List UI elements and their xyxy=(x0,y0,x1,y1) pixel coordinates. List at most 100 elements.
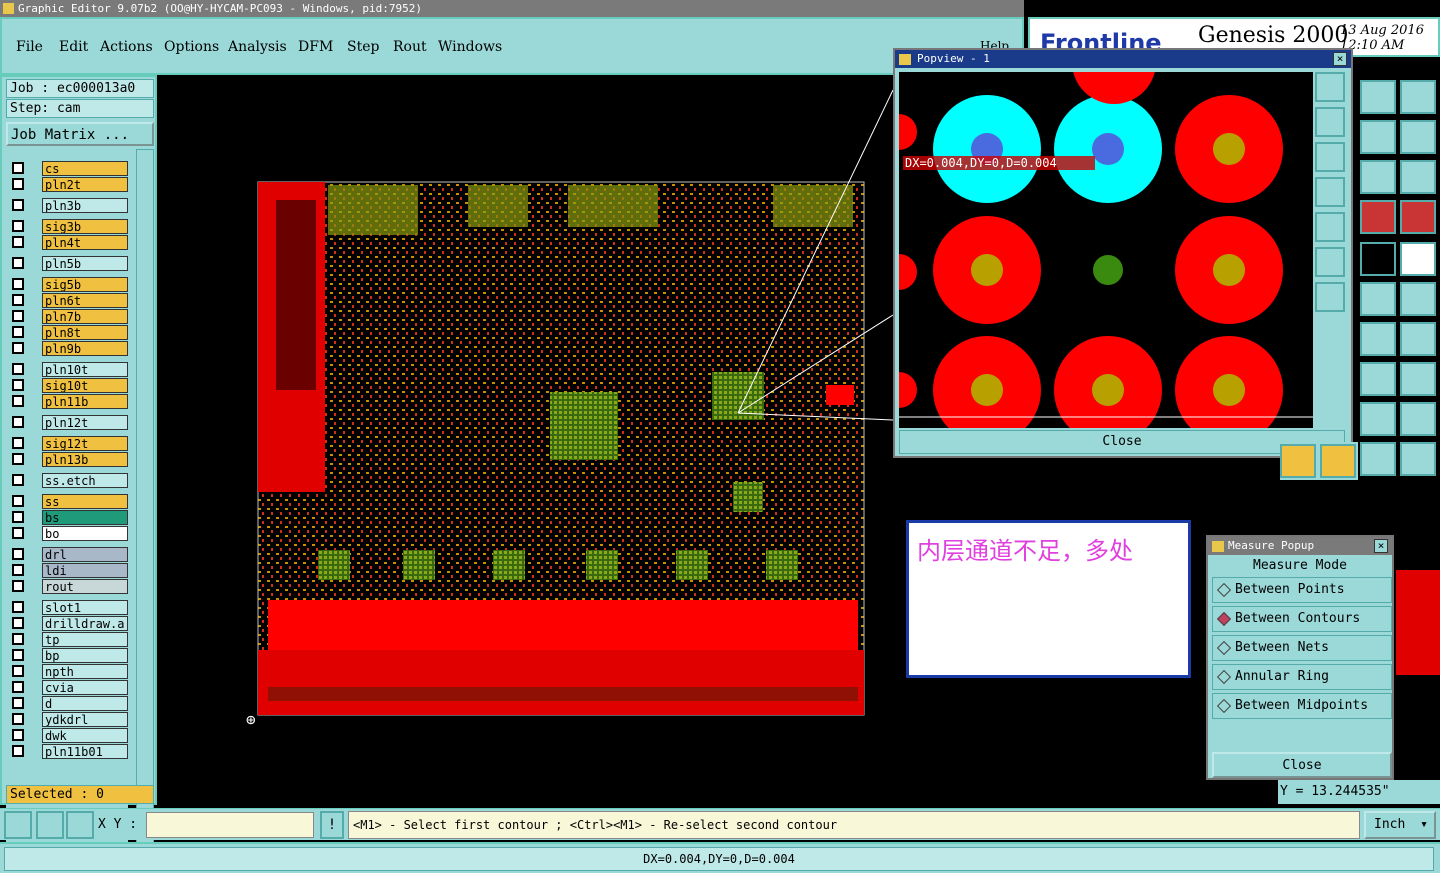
layer-row[interactable]: cvia xyxy=(8,680,128,695)
layer-checkbox[interactable] xyxy=(12,453,24,465)
units-select[interactable]: Inch ▾ xyxy=(1364,811,1436,839)
grid-icon[interactable] xyxy=(66,811,94,839)
popview-close-icon[interactable]: × xyxy=(1333,52,1347,66)
layer-row[interactable]: pln3b xyxy=(8,198,128,213)
layer-row[interactable]: pln2t xyxy=(8,177,128,192)
layer-checkbox[interactable] xyxy=(12,649,24,661)
layer-checkbox[interactable] xyxy=(12,580,24,592)
popview-expand-icon[interactable] xyxy=(1315,282,1345,312)
layer-row[interactable]: dwk xyxy=(8,728,128,743)
layer-checkbox[interactable] xyxy=(12,278,24,290)
xy-input[interactable] xyxy=(146,812,314,838)
rotate-icon[interactable] xyxy=(1360,120,1396,154)
ratio-icon[interactable] xyxy=(1360,160,1396,194)
menu-step[interactable]: Step xyxy=(347,39,379,55)
menu-rout[interactable]: Rout xyxy=(393,39,427,55)
home-icon[interactable] xyxy=(1360,80,1396,114)
layer-row[interactable]: npth xyxy=(8,664,128,679)
menu-windows[interactable]: Windows xyxy=(438,39,502,55)
layer-row[interactable]: pln11b xyxy=(8,394,128,409)
layer-checkbox[interactable] xyxy=(12,564,24,576)
layer-checkbox[interactable] xyxy=(12,395,24,407)
layer-checkbox[interactable] xyxy=(12,527,24,539)
popview-close-button[interactable]: Close xyxy=(899,430,1345,454)
popview-pan-down-icon[interactable] xyxy=(1315,142,1345,172)
layer-checkbox[interactable] xyxy=(12,697,24,709)
triangle-icon[interactable] xyxy=(1360,402,1396,436)
layer-row[interactable]: pln6t xyxy=(8,293,128,308)
flip-icon[interactable] xyxy=(1400,322,1436,356)
measure-nets-icon[interactable] xyxy=(1400,200,1436,234)
layer-checkbox[interactable] xyxy=(12,416,24,428)
layer-scrollbar[interactable] xyxy=(136,149,154,859)
layer-row[interactable]: ss.etch xyxy=(8,473,128,488)
alert-icon[interactable]: ! xyxy=(320,811,344,839)
box-select-icon[interactable] xyxy=(1360,362,1396,396)
layer-row[interactable]: pln7b xyxy=(8,309,128,324)
layer-checkbox[interactable] xyxy=(12,310,24,322)
between-midpoints-option[interactable]: Between Midpoints xyxy=(1212,693,1392,719)
measure-points-icon[interactable] xyxy=(1360,200,1396,234)
layer-row[interactable]: pln9b xyxy=(8,341,128,356)
popview-fit-icon[interactable] xyxy=(1315,247,1345,277)
menu-analysis[interactable]: Analysis xyxy=(228,39,287,55)
layer-checkbox[interactable] xyxy=(12,379,24,391)
layer-checkbox[interactable] xyxy=(12,681,24,693)
edit-tool-2-icon[interactable] xyxy=(1320,444,1356,478)
layer-row[interactable]: sig12t xyxy=(8,436,128,451)
layer-row[interactable]: sig5b xyxy=(8,277,128,292)
menu-options[interactable]: Options xyxy=(164,39,219,55)
layer-row[interactable]: bp xyxy=(8,648,128,663)
help-icon[interactable] xyxy=(1400,160,1436,194)
layer-checkbox[interactable] xyxy=(12,713,24,725)
between-nets-option[interactable]: Between Nets xyxy=(1212,635,1392,661)
between-contours-option[interactable]: Between Contours xyxy=(1212,606,1392,632)
layer-checkbox[interactable] xyxy=(12,474,24,486)
line-tool-icon[interactable] xyxy=(1360,282,1396,316)
layer-checkbox[interactable] xyxy=(12,495,24,507)
layer-checkbox[interactable] xyxy=(12,617,24,629)
layer-row[interactable]: drl xyxy=(8,547,128,562)
window-icon[interactable] xyxy=(1400,80,1436,114)
layer-checkbox[interactable] xyxy=(12,236,24,248)
layer-row[interactable]: pln4t xyxy=(8,235,128,250)
layer-row[interactable]: ydkdrl xyxy=(8,712,128,727)
layer-row[interactable]: sig10t xyxy=(8,378,128,393)
annular-ring-option[interactable]: Annular Ring xyxy=(1212,664,1392,690)
layer-row[interactable]: pln11b01 xyxy=(8,744,128,759)
menu-file[interactable]: File xyxy=(16,39,43,55)
layer-row[interactable]: pln12t xyxy=(8,415,128,430)
layer-checkbox[interactable] xyxy=(12,633,24,645)
layer-checkbox[interactable] xyxy=(12,257,24,269)
layer-row[interactable]: cs xyxy=(8,161,128,176)
layer-checkbox[interactable] xyxy=(12,326,24,338)
menu-actions[interactable]: Actions xyxy=(100,39,153,55)
layer-row[interactable]: ss xyxy=(8,494,128,509)
layer-checkbox[interactable] xyxy=(12,665,24,677)
zoom-box-icon[interactable] xyxy=(4,811,32,839)
popview-pan-left-icon[interactable] xyxy=(1315,177,1345,207)
popview-zoom-home-icon[interactable] xyxy=(1315,72,1345,102)
triangle-2-icon[interactable] xyxy=(1400,402,1436,436)
layer-checkbox[interactable] xyxy=(12,745,24,757)
shapes-icon[interactable] xyxy=(1400,362,1436,396)
ruler-icon[interactable] xyxy=(1360,242,1396,276)
layer-checkbox[interactable] xyxy=(12,363,24,375)
layer-row[interactable]: bo xyxy=(8,526,128,541)
layer-row[interactable]: drilldraw.a xyxy=(8,616,128,631)
pointer-icon[interactable] xyxy=(1360,442,1396,476)
layer-row[interactable]: pln13b xyxy=(8,452,128,467)
layer-checkbox[interactable] xyxy=(12,178,24,190)
layer-checkbox[interactable] xyxy=(12,162,24,174)
snake-icon[interactable] xyxy=(1400,120,1436,154)
layer-row[interactable]: tp xyxy=(8,632,128,647)
layer-checkbox[interactable] xyxy=(12,601,24,613)
between-points-option[interactable]: Between Points xyxy=(1212,577,1392,603)
layer-checkbox[interactable] xyxy=(12,437,24,449)
layer-checkbox[interactable] xyxy=(12,199,24,211)
layer-row[interactable]: bs xyxy=(8,510,128,525)
dotted-circle-icon[interactable] xyxy=(1400,242,1436,276)
layer-row[interactable]: sig3b xyxy=(8,219,128,234)
layer-checkbox[interactable] xyxy=(12,729,24,741)
undo-icon[interactable] xyxy=(1360,322,1396,356)
